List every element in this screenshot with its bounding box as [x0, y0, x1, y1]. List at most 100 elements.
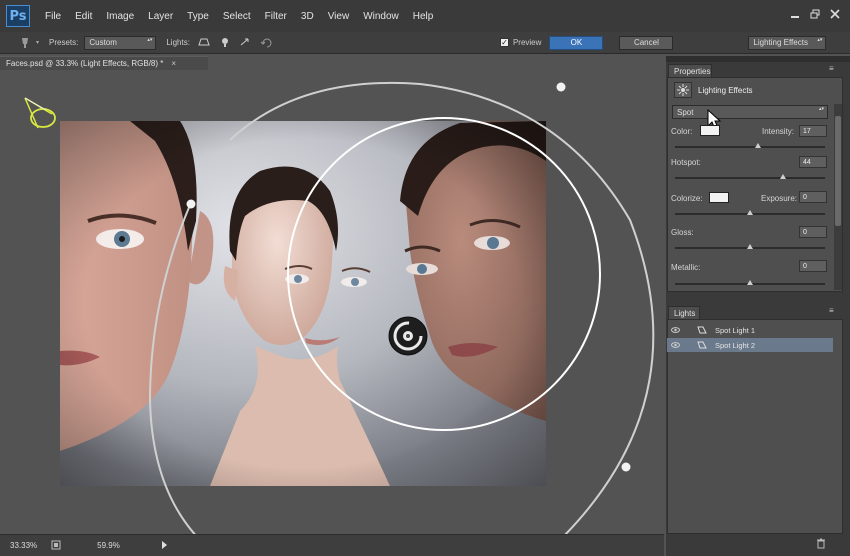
visibility-eye-icon[interactable]: [671, 326, 681, 335]
presets-label: Presets:: [49, 38, 79, 47]
visibility-eye-icon[interactable]: [671, 341, 681, 350]
canvas-area[interactable]: [0, 70, 664, 534]
hotspot-slider-thumb[interactable]: [780, 174, 786, 179]
lighting-tool-icon[interactable]: [18, 36, 32, 50]
presets-value: Custom: [89, 38, 117, 47]
intensity-value: 17: [803, 127, 811, 135]
gloss-field[interactable]: 0: [799, 226, 827, 238]
exposure-slider-thumb[interactable]: [747, 210, 753, 215]
lights-label: Lights:: [166, 38, 190, 47]
hotspot-field[interactable]: 44: [799, 156, 827, 168]
properties-panel-menu-icon[interactable]: ≡: [829, 64, 834, 73]
light-type-dropdown[interactable]: Spot: [672, 105, 828, 119]
outer-handle-left[interactable]: [186, 199, 196, 209]
hotspot-label: Hotspot:: [671, 158, 701, 167]
light-type-value: Spot: [677, 107, 694, 117]
hotspot-value: 44: [803, 158, 811, 166]
light-item-label: Spot Light 2: [715, 340, 756, 350]
light-item-label: Spot Light 1: [715, 325, 756, 335]
properties-header: Lighting Effects: [674, 82, 753, 98]
colorize-color-swatch[interactable]: [709, 192, 729, 203]
ok-button[interactable]: OK: [549, 35, 604, 50]
exposure-value: 0: [803, 193, 807, 201]
menu-help[interactable]: Help: [406, 11, 441, 22]
menu-window[interactable]: Window: [356, 11, 406, 22]
properties-scroll-thumb[interactable]: [835, 116, 841, 226]
add-infinite-light-icon[interactable]: [238, 36, 252, 50]
options-bar: ▾ Presets: Custom Lights: ✓ Preview OK C…: [0, 32, 850, 54]
light-list-item-selected[interactable]: Spot Light 2: [667, 338, 833, 352]
document-tab[interactable]: Faces.psd @ 33.3% (Light Effects, RGB/8)…: [0, 56, 208, 70]
lighting-effects-title: Lighting Effects: [698, 85, 753, 95]
exposure-field[interactable]: 0: [799, 191, 827, 203]
metallic-slider-thumb[interactable]: [747, 280, 753, 285]
properties-tab-label: Properties: [674, 67, 711, 76]
light-cone-icon[interactable]: [24, 97, 56, 129]
outer-light-arc-left: [148, 204, 196, 534]
metallic-field[interactable]: 0: [799, 260, 827, 272]
outer-handle-top[interactable]: [556, 82, 566, 92]
menu-image[interactable]: Image: [99, 11, 141, 22]
dock-header: [666, 56, 850, 62]
cancel-button[interactable]: Cancel: [619, 35, 674, 50]
spot-light-icon: [697, 340, 709, 351]
intensity-field[interactable]: 17: [799, 125, 827, 137]
intensity-slider-thumb[interactable]: [754, 143, 761, 148]
tool-preset-arrow-icon[interactable]: ▾: [36, 39, 39, 46]
menu-items: File Edit Image Layer Type Select Filter…: [38, 11, 440, 22]
preview-label: Preview: [512, 38, 542, 47]
gloss-label: Gloss:: [671, 228, 694, 237]
presets-dropdown[interactable]: Custom: [84, 35, 157, 50]
light-color-swatch[interactable]: [700, 125, 720, 136]
menu-3d[interactable]: 3D: [294, 11, 321, 22]
gloss-slider-thumb[interactable]: [747, 244, 753, 249]
lights-panel-menu-icon[interactable]: ≡: [829, 306, 834, 315]
spot-light-icon: [697, 325, 709, 336]
app-logo: Ps: [6, 5, 30, 27]
tab-lights[interactable]: Lights: [668, 306, 700, 320]
menu-type[interactable]: Type: [180, 11, 216, 22]
light-overlay[interactable]: [0, 70, 664, 534]
status-bar: 33.33% 59.9%: [0, 534, 664, 556]
zoom-level[interactable]: 33.33%: [10, 541, 37, 550]
lights-tab-label: Lights: [674, 309, 696, 318]
reset-light-icon[interactable]: [260, 36, 274, 50]
hotspot-circle[interactable]: [287, 117, 601, 431]
intensity-label: Intensity:: [762, 127, 795, 136]
status-menu-arrow-icon[interactable]: [160, 540, 168, 552]
outer-handle-bottom[interactable]: [621, 462, 631, 472]
gloss-value: 0: [803, 228, 807, 236]
exposure-label: Exposure:: [761, 194, 798, 203]
menu-view[interactable]: View: [321, 11, 357, 22]
close-icon[interactable]: [828, 8, 842, 20]
lighting-effects-icon: [674, 82, 692, 98]
outer-light-arc: [229, 81, 655, 534]
menu-select[interactable]: Select: [216, 11, 258, 22]
minimize-icon[interactable]: [788, 8, 802, 20]
menu-layer[interactable]: Layer: [141, 11, 180, 22]
add-point-light-icon[interactable]: [218, 36, 232, 50]
document-title: Faces.psd @ 33.3% (Light Effects, RGB/8)…: [6, 59, 164, 68]
properties-scrollbar[interactable]: [834, 104, 842, 290]
intensity-slider[interactable]: [675, 146, 825, 148]
menu-bar: Ps File Edit Image Layer Type Select Fil…: [0, 0, 850, 32]
doc-info: 59.9%: [97, 541, 120, 550]
hotspot-slider[interactable]: [675, 177, 825, 179]
menu-file[interactable]: File: [38, 11, 68, 22]
light-list-item[interactable]: Spot Light 1: [667, 323, 833, 337]
menu-edit[interactable]: Edit: [68, 11, 99, 22]
workspace-dropdown[interactable]: Lighting Effects: [748, 35, 827, 50]
tab-properties[interactable]: Properties: [668, 64, 712, 78]
menu-filter[interactable]: Filter: [258, 11, 294, 22]
window-controls: [788, 8, 842, 20]
close-document-icon[interactable]: ×: [171, 59, 176, 68]
restore-icon[interactable]: [808, 8, 822, 20]
preview-checkbox[interactable]: ✓: [499, 38, 509, 47]
add-spot-light-icon[interactable]: [198, 36, 212, 50]
colorize-label: Colorize:: [671, 194, 703, 203]
delete-light-icon[interactable]: [816, 538, 826, 551]
metallic-value: 0: [803, 262, 807, 270]
workspace-value: Lighting Effects: [753, 38, 808, 47]
status-export-icon[interactable]: [51, 540, 61, 552]
metallic-label: Metallic:: [671, 263, 701, 272]
